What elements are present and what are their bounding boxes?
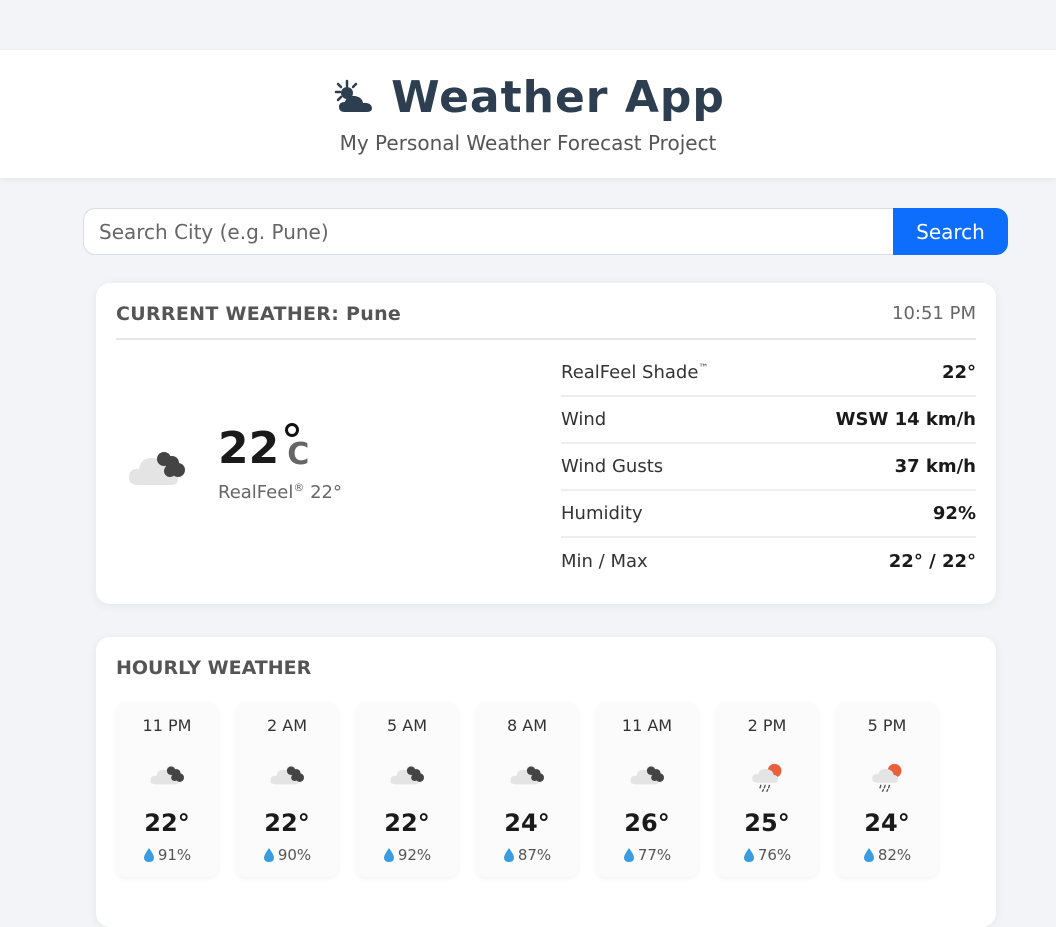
search-bar: Search <box>83 208 1008 255</box>
detail-label-text: RealFeel Shade <box>561 362 699 383</box>
detail-value: 22° <box>941 362 976 383</box>
hourly-temperature: 22° <box>264 809 310 837</box>
temperature-row: 22 C <box>218 423 342 475</box>
search-input[interactable] <box>83 208 893 255</box>
registered-mark: ® <box>293 481 305 494</box>
water-drop-icon <box>503 848 514 862</box>
hourly-humidity-value: 82% <box>877 846 912 864</box>
weather-details: RealFeel Shade™ 22° Wind WSW 14 km/h Win… <box>561 350 976 585</box>
hourly-temperature: 24° <box>864 809 910 837</box>
current-time: 10:51 PM <box>892 303 976 324</box>
hourly-time: 11 AM <box>621 716 673 735</box>
water-drop-icon <box>743 848 754 862</box>
hourly-item: 2 AM 22° 90% <box>236 702 338 877</box>
trademark-mark: ™ <box>698 363 709 374</box>
degree-symbol <box>285 423 300 437</box>
detail-row: Wind WSW 14 km/h <box>561 397 976 444</box>
current-temperature: 22 <box>218 423 280 474</box>
water-drop-icon <box>383 848 394 862</box>
hourly-humidity: 92% <box>356 846 458 864</box>
detail-row: Min / Max 22° / 22° <box>561 538 976 585</box>
realfeel-value: 22° <box>310 482 342 503</box>
water-drop-icon <box>263 848 274 862</box>
app-subtitle: My Personal Weather Forecast Project <box>339 131 717 155</box>
hourly-item: 5 PM 24° 82% <box>836 702 938 877</box>
hourly-humidity: 76% <box>716 846 818 864</box>
hourly-humidity-value: 90% <box>277 846 312 864</box>
app-title-row: Weather App <box>0 72 1056 123</box>
hourly-humidity: 91% <box>116 846 218 864</box>
cloudy-icon <box>150 766 184 785</box>
hourly-weather-title: HOURLY WEATHER <box>116 657 312 679</box>
hourly-time: 11 PM <box>142 716 192 735</box>
hourly-humidity-value: 92% <box>397 846 432 864</box>
current-weather-card: CURRENT WEATHER: Pune 10:51 PM 22 C Real… <box>96 283 996 604</box>
realfeel: RealFeel® 22° <box>218 481 342 503</box>
hourly-humidity-value: 76% <box>757 846 792 864</box>
hourly-humidity-value: 77% <box>637 846 672 864</box>
hourly-temperature: 22° <box>144 809 190 837</box>
current-weather-header: CURRENT WEATHER: Pune 10:51 PM <box>116 303 976 340</box>
hourly-humidity: 77% <box>596 846 698 864</box>
cloudy-icon <box>630 766 664 785</box>
hourly-humidity: 87% <box>476 846 578 864</box>
current-weather-title: CURRENT WEATHER: Pune <box>116 303 402 325</box>
detail-label: Humidity <box>561 503 643 524</box>
hourly-list: 11 PM 22° 91% 2 AM 22° 90% 5 AM 22° 92% 8 AM 24° 87… <box>116 702 938 877</box>
cloudy-icon <box>128 452 185 485</box>
realfeel-label: RealFeel <box>218 482 294 503</box>
cloudy-icon <box>270 766 304 785</box>
detail-row: Humidity 92% <box>561 491 976 538</box>
temperature-unit-wrap: C <box>279 423 309 475</box>
detail-row: RealFeel Shade™ 22° <box>561 350 976 397</box>
hourly-time: 5 AM <box>386 716 427 735</box>
current-summary: 22 C RealFeel® 22° <box>126 423 342 503</box>
hourly-weather-card: HOURLY WEATHER 11 PM 22° 91% 2 AM 22° 90% 5 AM… <box>96 637 996 927</box>
detail-value: 92% <box>932 503 976 524</box>
detail-value: WSW 14 km/h <box>835 409 976 430</box>
search-button[interactable]: Search <box>893 208 1008 255</box>
water-drop-icon <box>623 848 634 862</box>
hourly-temperature: 26° <box>624 809 670 837</box>
hourly-item: 11 PM 22° 91% <box>116 702 218 877</box>
sun-behind-cloud-icon <box>334 79 373 112</box>
hourly-temperature: 25° <box>744 809 790 837</box>
sun-rain-icon <box>752 763 782 792</box>
hourly-humidity: 82% <box>836 846 938 864</box>
hourly-item: 8 AM 24° 87% <box>476 702 578 877</box>
detail-label: RealFeel Shade™ <box>561 362 708 383</box>
detail-value: 22° / 22° <box>888 551 976 572</box>
detail-label: Wind <box>561 409 607 430</box>
hourly-humidity-value: 87% <box>517 846 552 864</box>
cloudy-icon <box>390 766 424 785</box>
hourly-time: 2 PM <box>747 716 787 735</box>
hourly-time: 5 PM <box>867 716 907 735</box>
cloudy-icon <box>510 766 544 785</box>
hourly-item: 11 AM 26° 77% <box>596 702 698 877</box>
hourly-humidity: 90% <box>236 846 338 864</box>
hourly-item: 2 PM 25° 76% <box>716 702 818 877</box>
app-header: Weather App My Personal Weather Forecast… <box>0 50 1056 178</box>
sun-rain-icon <box>872 763 902 792</box>
hourly-humidity-value: 91% <box>157 846 192 864</box>
water-drop-icon <box>143 848 154 862</box>
hourly-time: 2 AM <box>266 716 307 735</box>
hourly-time: 8 AM <box>506 716 547 735</box>
detail-row: Wind Gusts 37 km/h <box>561 444 976 491</box>
temperature-unit: C <box>287 437 310 472</box>
detail-value: 37 km/h <box>894 456 976 477</box>
hourly-temperature: 24° <box>504 809 550 837</box>
hourly-temperature: 22° <box>384 809 430 837</box>
detail-label: Wind Gusts <box>561 456 664 477</box>
hourly-item: 5 AM 22° 92% <box>356 702 458 877</box>
detail-label: Min / Max <box>561 551 648 572</box>
temperature-block: 22 C RealFeel® 22° <box>218 423 342 503</box>
app-title: Weather App <box>391 72 725 123</box>
water-drop-icon <box>863 848 874 862</box>
